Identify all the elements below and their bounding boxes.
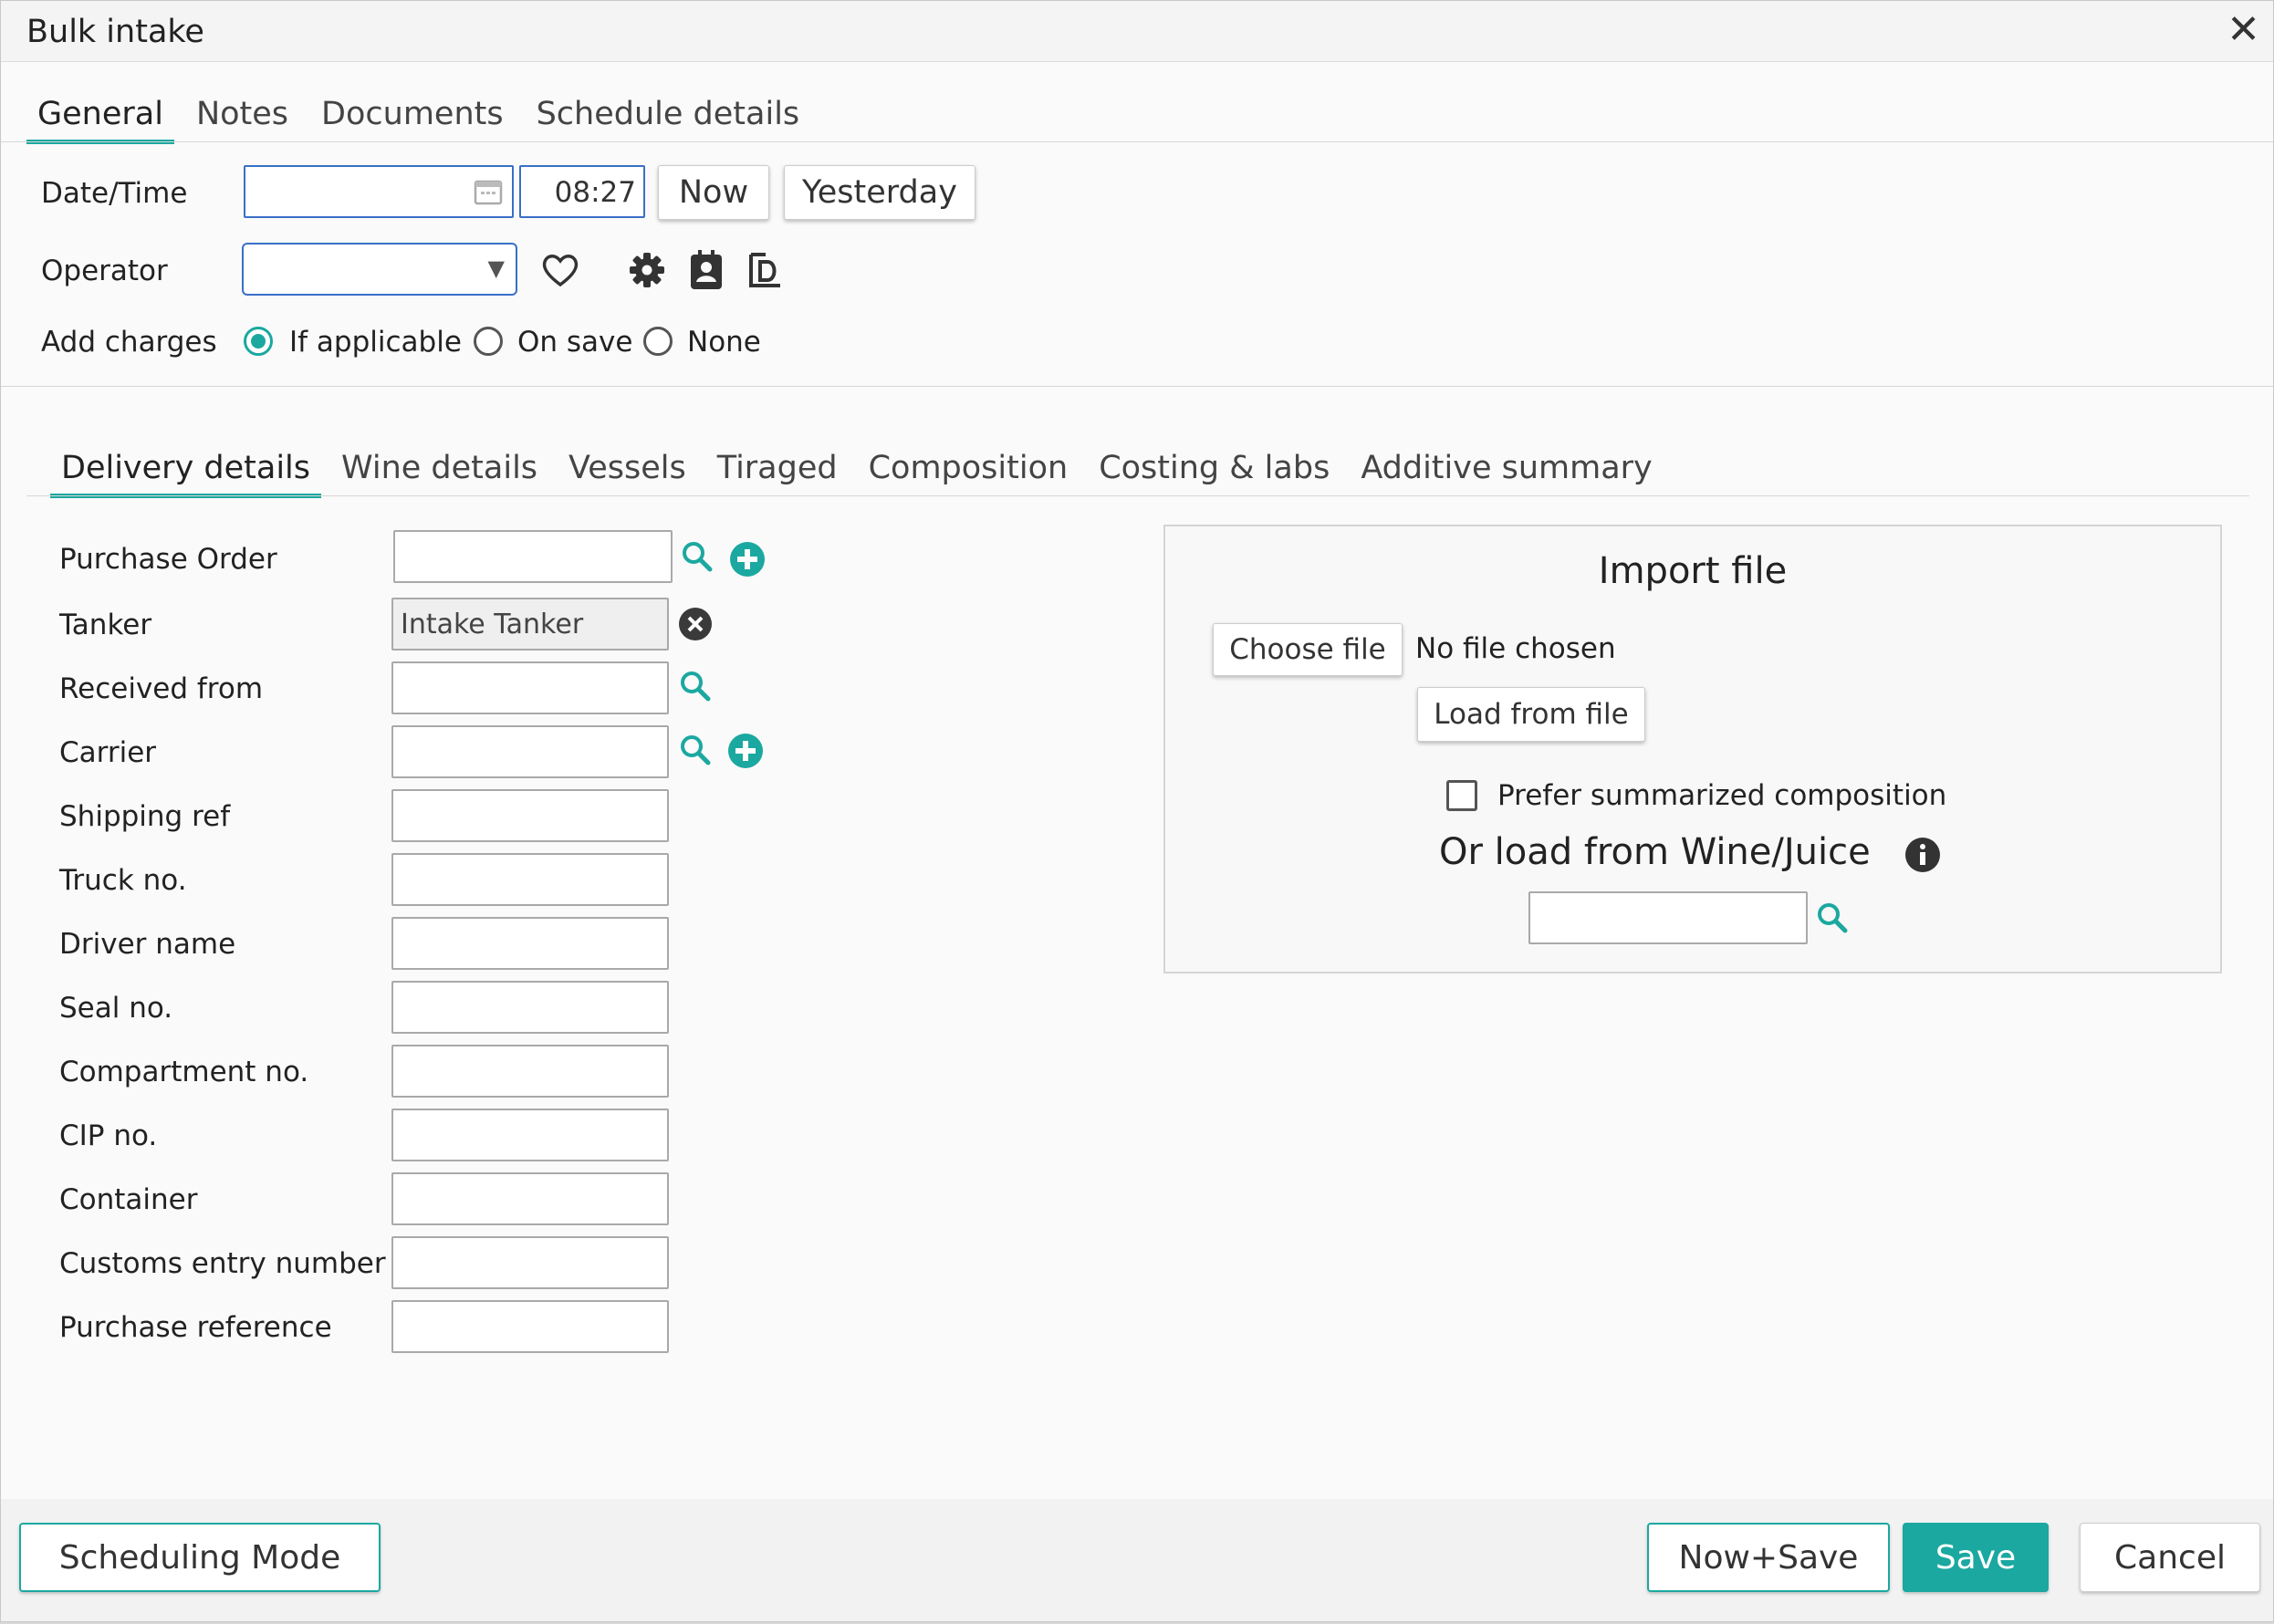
no-file-chosen-text: No file chosen (1415, 632, 1616, 665)
bulk-intake-dialog: Bulk intake ✕ General Notes Documents Sc… (0, 0, 2274, 1622)
tab-notes[interactable]: Notes (185, 96, 299, 144)
purchase-order-input[interactable] (393, 530, 673, 583)
gear-icon[interactable] (629, 252, 665, 288)
tab-delivery-details[interactable]: Delivery details (50, 450, 322, 498)
tab-costing-labs[interactable]: Costing & labs (1088, 450, 1340, 498)
search-icon[interactable] (680, 734, 711, 765)
radio-none-label: None (687, 326, 761, 359)
or-load-from-wine-juice-label: Or load from Wine/Juice (1439, 831, 1871, 873)
now-save-button[interactable]: Now+Save (1647, 1523, 1890, 1592)
seal-no-input[interactable] (391, 981, 669, 1034)
carrier-label: Carrier (59, 736, 157, 769)
add-circle-icon[interactable] (727, 733, 764, 769)
sub-tabs-divider (26, 495, 2249, 496)
shipping-ref-label: Shipping ref (59, 800, 231, 833)
operator-select[interactable]: ▼ (242, 243, 517, 296)
title-bar: Bulk intake ✕ (1, 1, 2273, 62)
radio-on-save[interactable] (474, 327, 503, 356)
top-tabs: General Notes Documents Schedule details (26, 96, 821, 144)
operator-label: Operator (41, 255, 168, 287)
truck-no-label: Truck no. (59, 864, 187, 897)
date-input[interactable] (244, 165, 514, 218)
time-input[interactable]: 08:27 (519, 165, 645, 218)
tab-schedule-details[interactable]: Schedule details (526, 96, 811, 144)
tab-general[interactable]: General (26, 96, 174, 144)
truck-no-input[interactable] (391, 853, 669, 906)
scheduling-mode-button[interactable]: Scheduling Mode (19, 1523, 381, 1592)
purchase-reference-label: Purchase reference (59, 1311, 332, 1344)
radio-on-save-label: On save (517, 326, 633, 359)
customs-entry-label: Customs entry number (59, 1247, 386, 1280)
received-from-input[interactable] (391, 661, 669, 714)
container-input[interactable] (391, 1172, 669, 1225)
add-charges-label: Add charges (41, 326, 217, 359)
prefer-summarized-checkbox[interactable] (1446, 780, 1477, 811)
load-from-file-button[interactable]: Load from file (1417, 687, 1645, 742)
clear-circle-icon[interactable] (678, 607, 713, 641)
cip-no-input[interactable] (391, 1109, 669, 1161)
section-divider (1, 386, 2273, 387)
purchase-order-label: Purchase Order (59, 543, 277, 576)
choose-file-button[interactable]: Choose file (1213, 623, 1403, 676)
wine-juice-input[interactable] (1528, 891, 1808, 944)
dialog-title: Bulk intake (26, 14, 204, 50)
tab-tiraged[interactable]: Tiraged (706, 450, 849, 498)
tab-documents[interactable]: Documents (310, 96, 515, 144)
compartment-no-input[interactable] (391, 1045, 669, 1098)
cip-no-label: CIP no. (59, 1119, 158, 1152)
tanker-input[interactable]: Intake Tanker (391, 598, 669, 651)
compartment-no-label: Compartment no. (59, 1056, 309, 1088)
document-d-icon[interactable] (747, 251, 784, 289)
top-tabs-divider (1, 141, 2273, 142)
tab-composition[interactable]: Composition (858, 450, 1080, 498)
close-icon[interactable]: ✕ (2227, 10, 2260, 50)
calendar-icon[interactable] (474, 178, 503, 205)
contact-card-icon[interactable] (689, 249, 724, 291)
carrier-input[interactable] (391, 725, 669, 778)
purchase-reference-input[interactable] (391, 1300, 669, 1353)
driver-name-input[interactable] (391, 917, 669, 970)
driver-name-label: Driver name (59, 928, 236, 961)
search-icon[interactable] (680, 671, 711, 702)
now-button[interactable]: Now (658, 165, 769, 220)
container-label: Container (59, 1183, 198, 1216)
received-from-label: Received from (59, 672, 264, 705)
search-icon[interactable] (1817, 902, 1848, 933)
tab-additive-summary[interactable]: Additive summary (1350, 450, 1663, 498)
search-icon[interactable] (682, 541, 713, 572)
prefer-summarized-label: Prefer summarized composition (1497, 779, 1947, 812)
tanker-label: Tanker (59, 609, 152, 641)
tab-wine-details[interactable]: Wine details (330, 450, 548, 498)
seal-no-label: Seal no. (59, 992, 173, 1025)
add-circle-icon[interactable] (729, 541, 766, 578)
tab-vessels[interactable]: Vessels (558, 450, 697, 498)
save-button[interactable]: Save (1903, 1523, 2049, 1592)
sub-tabs: Delivery details Wine details Vessels Ti… (50, 450, 1664, 498)
import-file-panel: Import file Choose file No file chosen L… (1163, 525, 2222, 973)
chevron-down-icon: ▼ (487, 255, 505, 281)
info-icon[interactable] (1904, 837, 1941, 873)
import-file-title: Import file (1598, 550, 1788, 592)
heart-icon[interactable] (541, 253, 579, 287)
customs-entry-input[interactable] (391, 1236, 669, 1289)
radio-none[interactable] (643, 327, 673, 356)
cancel-button[interactable]: Cancel (2080, 1523, 2260, 1592)
radio-if-applicable-label: If applicable (289, 326, 462, 359)
datetime-label: Date/Time (41, 177, 188, 210)
shipping-ref-input[interactable] (391, 789, 669, 842)
yesterday-button[interactable]: Yesterday (784, 165, 975, 220)
radio-if-applicable[interactable] (244, 327, 273, 356)
